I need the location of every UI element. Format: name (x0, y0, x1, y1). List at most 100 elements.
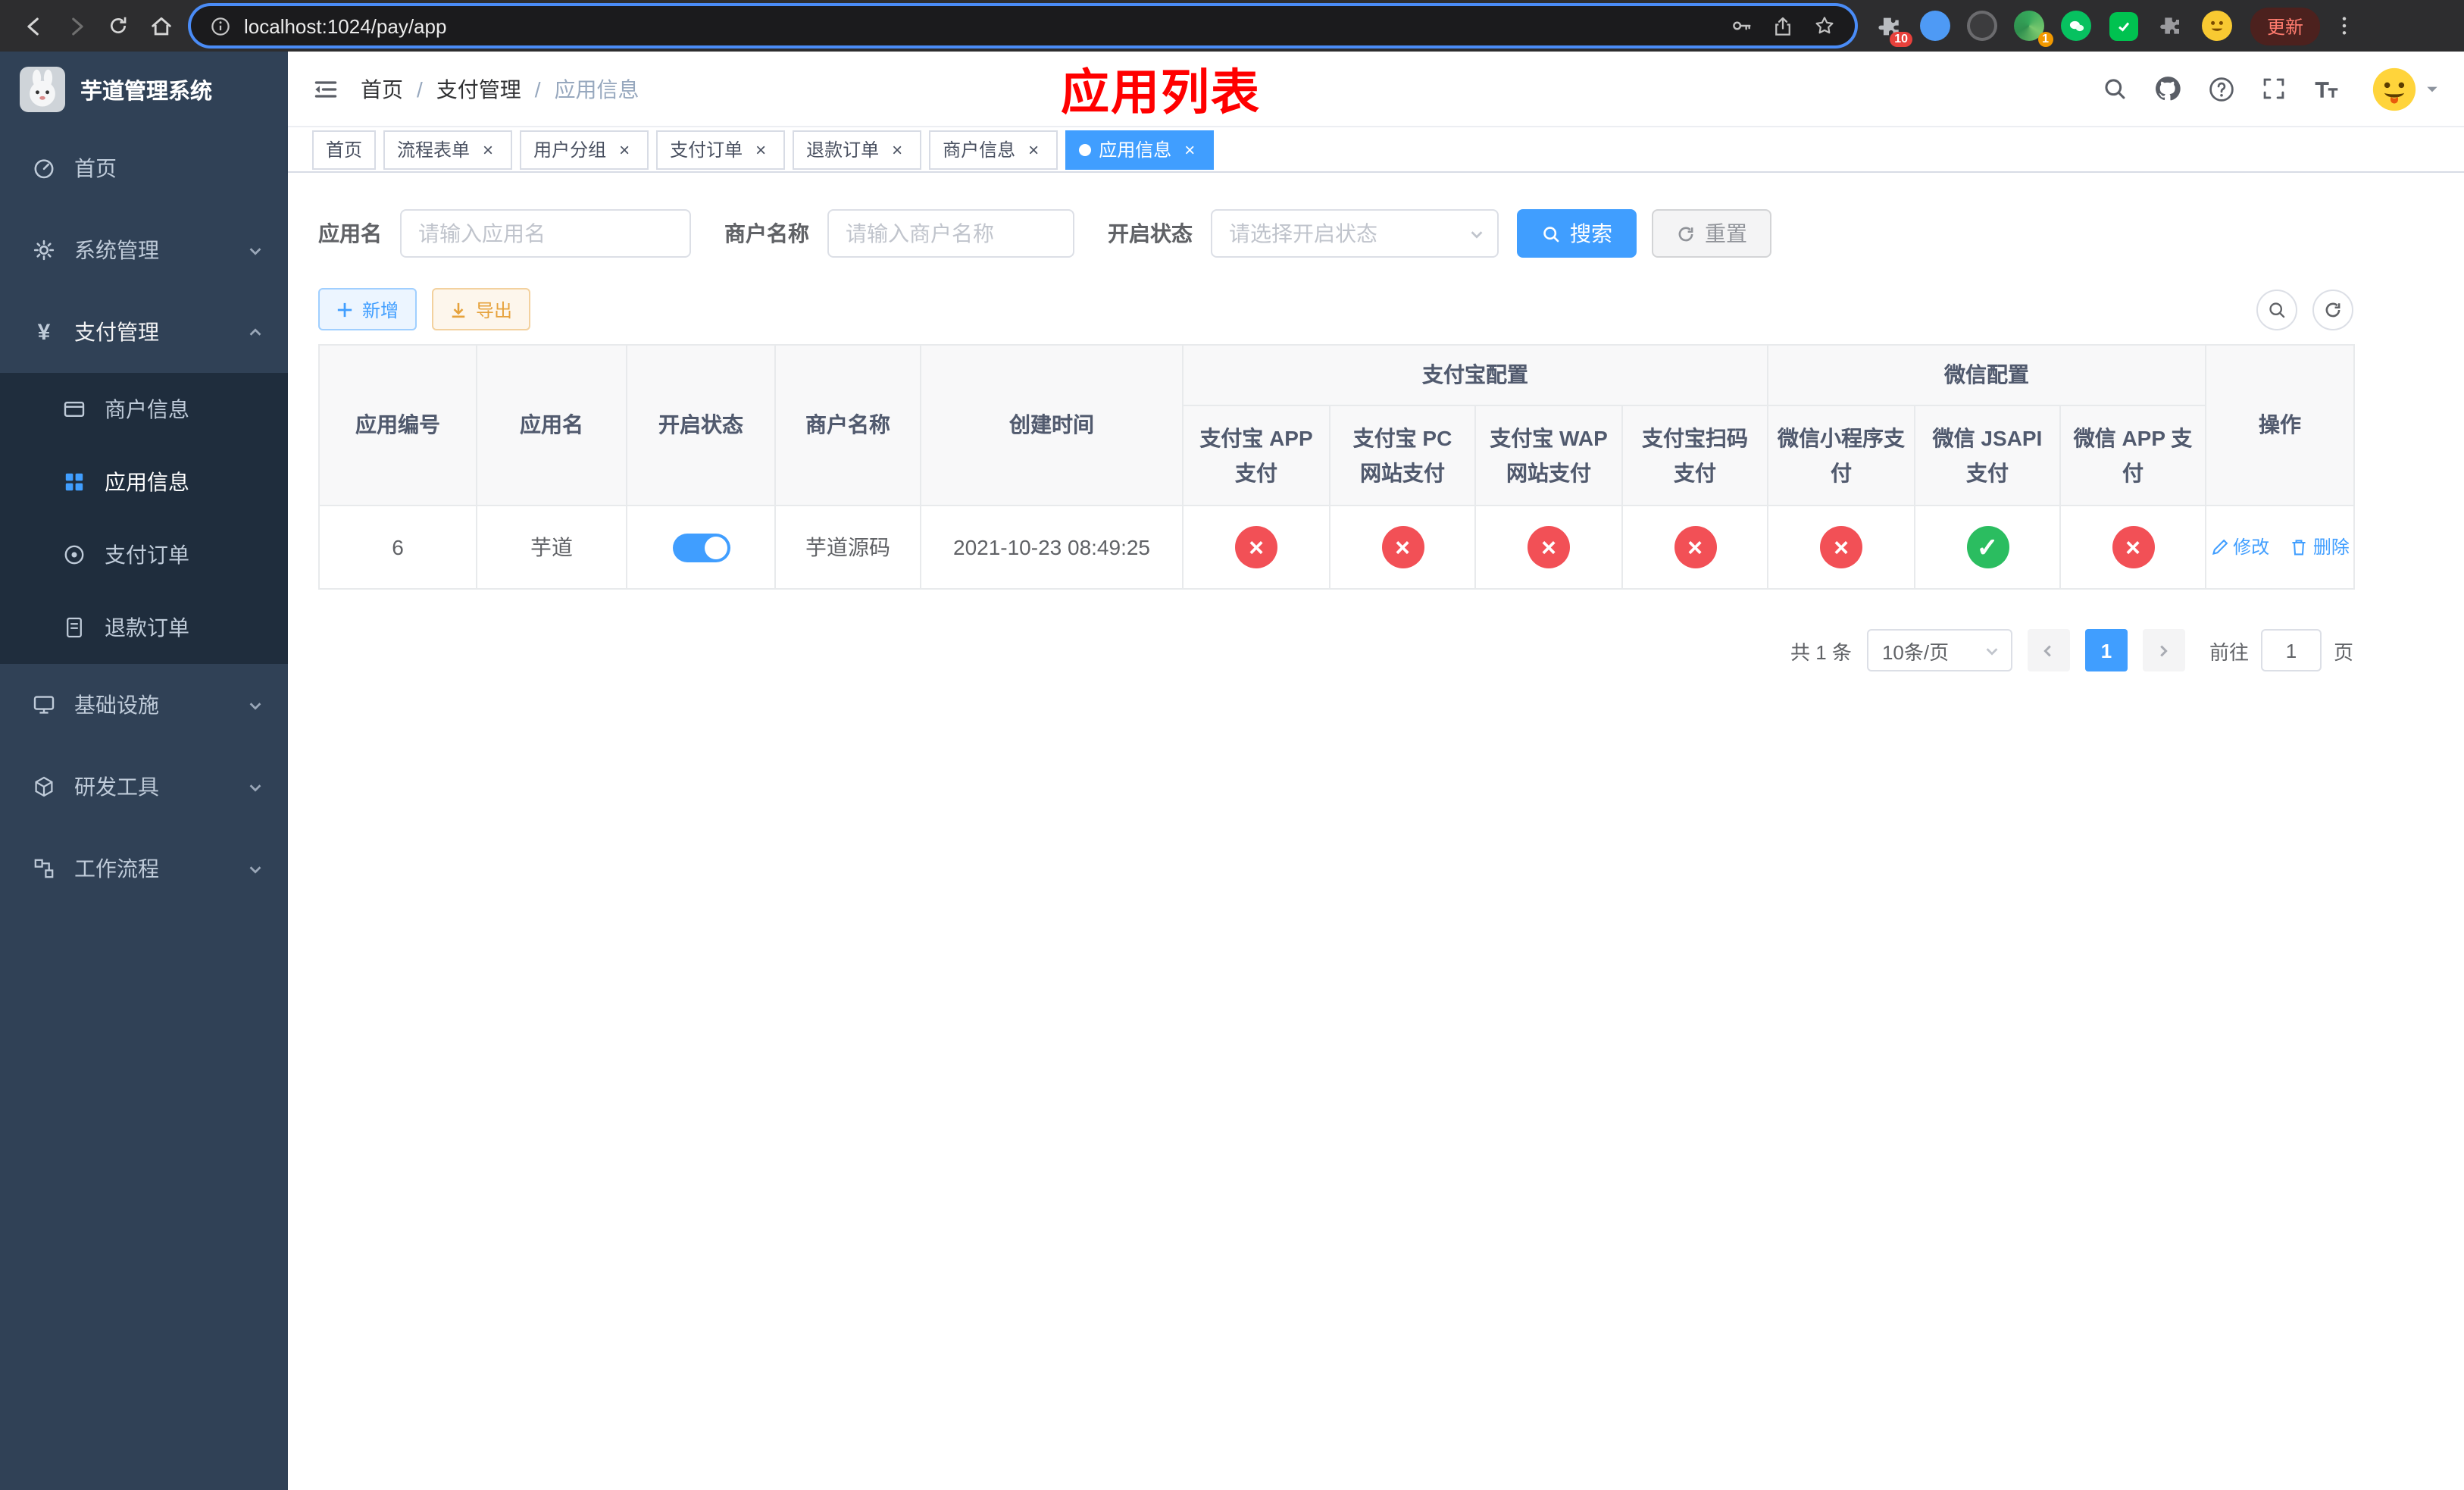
sidebar-item-home[interactable]: 首页 (0, 127, 288, 209)
extension-puzzle2-icon[interactable] (2155, 11, 2185, 41)
tab-close-icon[interactable] (614, 139, 635, 160)
extension-colorful-icon[interactable]: 1 (2014, 11, 2053, 47)
export-button[interactable]: 导出 (432, 288, 531, 330)
extension-dark-icon[interactable] (1967, 11, 1997, 41)
dashboard-icon (30, 156, 58, 180)
search-button[interactable]: 搜索 (1517, 209, 1637, 258)
col-status: 开启状态 (626, 344, 776, 506)
app-title: 芋道管理系统 (80, 80, 212, 104)
share-icon[interactable] (1771, 14, 1794, 37)
reset-button[interactable]: 重置 (1652, 209, 1771, 258)
cell-app-id: 6 (318, 505, 477, 590)
tab-close-icon[interactable] (1023, 139, 1044, 160)
delete-button[interactable]: 删除 (2290, 534, 2350, 560)
extension-emoji-icon[interactable] (2202, 11, 2232, 41)
merchant-name-input[interactable] (827, 209, 1074, 258)
extension-blue-icon[interactable] (1920, 11, 1950, 41)
sidebar: 芋道管理系统 首页 系统管理 ¥ 支付管理 商户信息 应用信息 支付订单 退款订… (0, 52, 288, 1490)
tab-pay-order[interactable]: 支付订单 (656, 130, 786, 169)
cell-created: 2021-10-23 08:49:25 (920, 505, 1184, 590)
plus-icon (336, 301, 353, 318)
tab-user-group[interactable]: 用户分组 (520, 130, 649, 169)
tab-close-icon[interactable] (886, 139, 908, 160)
pagination-total: 共 1 条 (1790, 640, 1852, 663)
col-wechat-mini: 微信小程序支付 (1767, 405, 1915, 506)
merchant-card-icon (61, 397, 88, 421)
search-icon[interactable] (2102, 76, 2128, 102)
sidebar-item-pay-order[interactable]: 支付订单 (0, 518, 288, 591)
pencil-icon (2210, 538, 2228, 556)
extension-green-icon[interactable] (2108, 11, 2138, 41)
browser-update-button[interactable]: 更新 (2250, 7, 2321, 45)
col-wechat-jsapi: 微信 JSAPI 支付 (1914, 405, 2061, 506)
browser-menu-icon[interactable] (2332, 14, 2356, 38)
breadcrumb-home[interactable]: 首页 (361, 74, 403, 104)
extension-puzzle-icon[interactable]: 10 (1873, 11, 1912, 47)
sidebar-item-refund-order[interactable]: 退款订单 (0, 591, 288, 664)
next-page-button[interactable] (2142, 629, 2185, 671)
search-icon (1541, 224, 1561, 243)
page-number-button[interactable]: 1 (2084, 629, 2128, 671)
extension-wechat-icon[interactable] (2061, 11, 2091, 41)
status-toggle[interactable] (672, 533, 730, 562)
add-button[interactable]: 新增 (318, 288, 417, 330)
back-icon[interactable] (12, 6, 55, 45)
forward-icon[interactable] (55, 6, 97, 45)
prev-page-button[interactable] (2027, 629, 2070, 671)
help-icon[interactable] (2208, 75, 2235, 102)
order-icon (61, 543, 88, 567)
edit-button[interactable]: 修改 (2210, 534, 2269, 560)
github-icon[interactable] (2153, 74, 2182, 103)
breadcrumb-section[interactable]: 支付管理 (436, 74, 521, 104)
download-icon (450, 301, 467, 318)
chevron-down-icon (247, 242, 264, 258)
alipay-pc-status-icon: × (1381, 526, 1424, 568)
toggle-search-icon[interactable] (2256, 289, 2297, 330)
url-text: localhost:1024/pay/app (244, 14, 447, 37)
reload-icon[interactable] (97, 6, 139, 45)
sidebar-item-workflow[interactable]: 工作流程 (0, 828, 288, 909)
sidebar-item-payment[interactable]: ¥ 支付管理 (0, 291, 288, 373)
user-menu[interactable] (2372, 66, 2440, 111)
bookmark-star-icon[interactable] (1812, 14, 1837, 38)
extensions-cluster: 10 1 (1873, 11, 2232, 47)
goto-label: 前往 (2209, 640, 2249, 663)
app-table: 应用编号 应用名 开启状态 商户名称 创建时间 支付宝配置 微信配置 操作 支付… (318, 344, 2355, 590)
fullscreen-icon[interactable] (2261, 76, 2287, 102)
sidebar-item-app-info[interactable]: 应用信息 (0, 446, 288, 518)
app-header: 首页 支付管理 应用信息 应用列表 (288, 52, 2464, 127)
sidebar-item-dev-tools[interactable]: 研发工具 (0, 746, 288, 828)
tab-refund-order[interactable]: 退款订单 (793, 130, 922, 169)
table-toolbar: 新增 导出 (318, 288, 2353, 330)
status-select[interactable]: 请选择开启状态 (1211, 209, 1499, 258)
tab-close-icon[interactable] (477, 139, 499, 160)
tab-merchant-info[interactable]: 商户信息 (929, 130, 1058, 169)
pagination: 共 1 条 10条/页 1 前往 1 页 (318, 629, 2353, 671)
chevron-down-icon (247, 696, 264, 713)
sidebar-item-system[interactable]: 系统管理 (0, 209, 288, 291)
app-logo[interactable]: 芋道管理系统 (0, 52, 288, 127)
password-key-icon[interactable] (1729, 14, 1753, 38)
tab-home[interactable]: 首页 (312, 130, 377, 169)
sidebar-item-merchant-info[interactable]: 商户信息 (0, 373, 288, 446)
tab-close-icon[interactable] (750, 139, 771, 160)
tab-app-info[interactable]: 应用信息 (1065, 130, 1215, 169)
logo-rabbit-icon (20, 67, 65, 112)
tab-close-icon[interactable] (1179, 139, 1200, 160)
app-name-input[interactable] (400, 209, 691, 258)
col-created: 创建时间 (920, 344, 1184, 506)
alipay-wap-status-icon: × (1527, 526, 1570, 568)
tab-process-form[interactable]: 流程表单 (383, 130, 513, 169)
home-icon[interactable] (139, 6, 182, 45)
merchant-name-label: 商户名称 (724, 221, 809, 246)
refresh-table-icon[interactable] (2312, 289, 2353, 330)
col-actions: 操作 (2205, 344, 2355, 506)
font-size-icon[interactable] (2312, 75, 2340, 102)
col-alipay-app: 支付宝 APP 支付 (1182, 405, 1330, 506)
sidebar-collapse-icon[interactable] (312, 75, 339, 102)
page-size-select[interactable]: 10条/页 (1866, 629, 2012, 671)
address-bar[interactable]: localhost:1024/pay/app (191, 6, 1855, 45)
goto-page-input[interactable] (2260, 629, 2322, 671)
sidebar-item-infra[interactable]: 基础设施 (0, 664, 288, 746)
site-info-icon[interactable] (209, 14, 232, 37)
